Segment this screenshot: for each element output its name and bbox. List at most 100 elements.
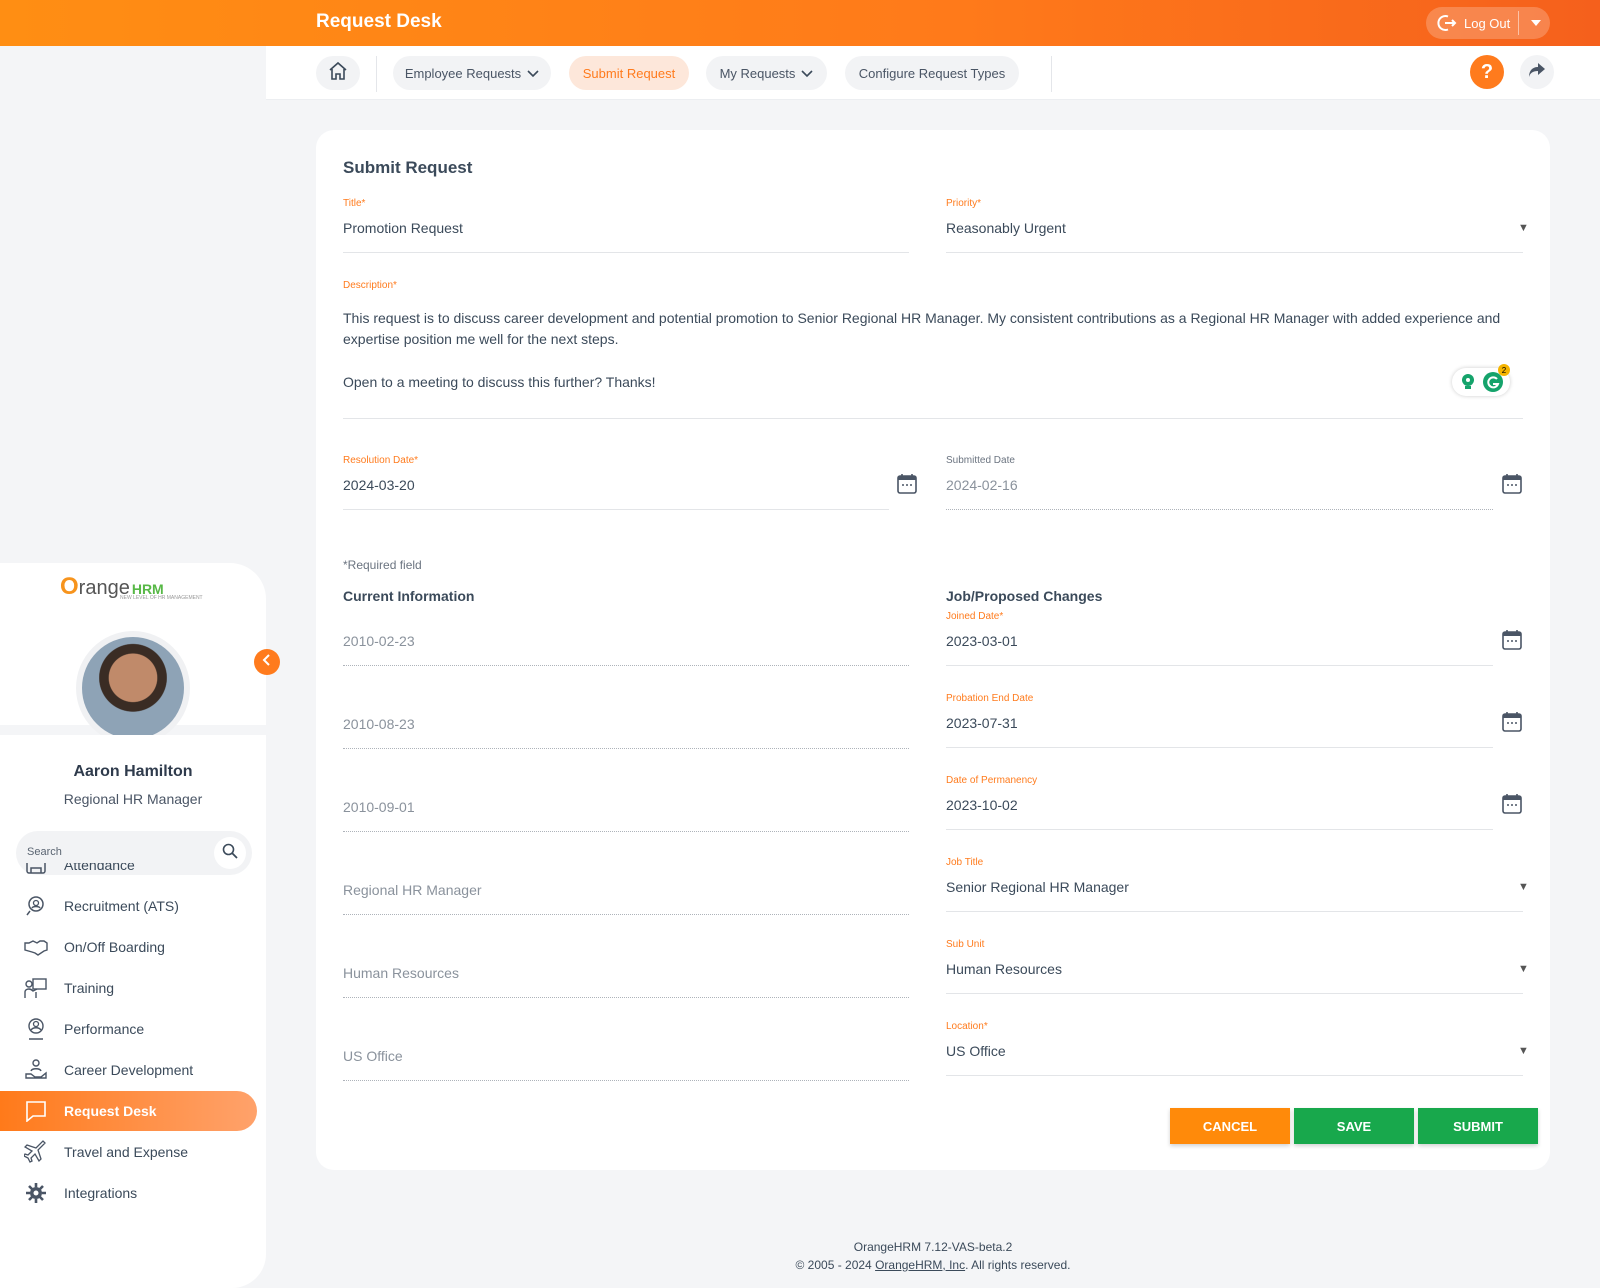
tab-label: Submit Request (582, 65, 676, 81)
tab-label: Configure Request Types (858, 65, 1006, 81)
sidebar-item-career-development[interactable]: Career Development (0, 1050, 257, 1090)
field-underline (343, 418, 1523, 419)
divider (376, 56, 377, 92)
logout-button[interactable]: Log Out (1426, 7, 1550, 39)
tab-my-requests[interactable]: My Requests (706, 56, 827, 90)
recruitment-icon (22, 894, 50, 918)
sidebar-item-attendance[interactable]: Attendance (0, 863, 257, 885)
location-select[interactable]: US Office (946, 1043, 1006, 1059)
secondary-nav: Employee Requests Submit Request My Requ… (266, 46, 1600, 100)
dropdown-arrow-icon[interactable]: ▼ (1518, 222, 1529, 234)
collapse-sidebar-button[interactable] (254, 649, 280, 675)
title-input[interactable]: Promotion Request (343, 220, 463, 236)
job-title-label: Job Title (946, 857, 984, 868)
field-underline (343, 509, 889, 510)
priority-select[interactable]: Reasonably Urgent (946, 220, 1066, 236)
joined-date-label: Joined Date* (946, 611, 1004, 622)
calendar-icon[interactable] (1501, 711, 1523, 733)
user-photo (82, 637, 184, 739)
sidebar: O range HRM NEW LEVEL OF HR MANAGEMENT A… (0, 563, 280, 1288)
submit-request-card: Submit Request Title* Promotion Request … (316, 130, 1550, 1170)
title-label: Title* (343, 198, 366, 209)
priority-label: Priority* (946, 198, 982, 209)
submit-button[interactable]: SUBMIT (1418, 1108, 1538, 1144)
logout-icon (1436, 13, 1458, 33)
tab-label: My Requests (719, 65, 796, 81)
top-bar: Request Desk Log Out (0, 0, 1600, 46)
user-name: Aaron Hamilton (73, 763, 193, 780)
plane-icon (22, 1140, 50, 1164)
required-note: *Required field (343, 558, 422, 572)
dropdown-arrow-icon[interactable]: ▼ (1518, 881, 1529, 893)
chevron-down-icon[interactable] (1526, 13, 1546, 33)
divider (1051, 56, 1052, 92)
sub-unit-select[interactable]: Human Resources (946, 961, 1062, 977)
description-text-2[interactable]: Open to a meeting to discuss this furthe… (343, 372, 656, 393)
share-button[interactable] (1520, 55, 1554, 89)
tab-employee-requests[interactable]: Employee Requests (393, 56, 551, 90)
search-input[interactable]: Search (27, 846, 62, 858)
description-label: Description* (343, 280, 397, 291)
logout-label: Log Out (1464, 15, 1511, 31)
sidebar-item-recruitment[interactable]: Recruitment (ATS) (0, 886, 257, 926)
home-icon (328, 61, 348, 86)
request-desk-icon (22, 1099, 50, 1123)
save-button[interactable]: SAVE (1294, 1108, 1414, 1144)
version-text: OrangeHRM 7.12-VAS-beta.2 (853, 1240, 1013, 1254)
job-title-select[interactable]: Senior Regional HR Manager (946, 879, 1129, 895)
calendar-icon (1502, 474, 1522, 494)
logo-orange-icon: O (60, 573, 79, 600)
joined-date-input[interactable]: 2023-03-01 (946, 633, 1018, 649)
field-underline (946, 509, 1493, 510)
date-of-permanency-label: Date of Permanency (946, 775, 1038, 786)
search-icon (222, 843, 238, 864)
career-icon (22, 1058, 50, 1082)
user-role: Regional HR Manager (63, 791, 203, 807)
handshake-icon (22, 935, 50, 959)
dropdown-arrow-icon[interactable]: ▼ (1518, 1045, 1529, 1057)
sidebar-menu: Attendance Recruitment (ATS) On/Off Boar… (0, 863, 266, 1288)
home-button[interactable] (316, 56, 360, 90)
description-field: Description* This request is to discuss … (343, 280, 1523, 419)
date-of-permanency-input[interactable]: 2023-10-02 (946, 797, 1018, 813)
chevron-down-icon (527, 66, 539, 81)
calendar-icon[interactable] (1501, 793, 1523, 815)
avatar[interactable] (76, 631, 190, 745)
sidebar-profile-card: O range HRM NEW LEVEL OF HR MANAGEMENT (0, 563, 280, 745)
sidebar-item-onboarding[interactable]: On/Off Boarding (0, 927, 257, 967)
field-underline (946, 252, 1523, 253)
copyright-text: © 2005 - 2024 OrangeHRM, Inc. All rights… (795, 1258, 1071, 1272)
sidebar-item-travel-expense[interactable]: Travel and Expense (0, 1132, 257, 1172)
form-heading: Submit Request (343, 158, 473, 177)
proposed-changes-heading: Job/Proposed Changes (946, 588, 1103, 604)
footer: OrangeHRM 7.12-VAS-beta.2 © 2005 - 2024 … (316, 1238, 1550, 1274)
calendar-icon[interactable] (1501, 629, 1523, 651)
description-text[interactable]: This request is to discuss career develo… (343, 308, 1523, 350)
cancel-button[interactable]: CANCEL (1170, 1108, 1290, 1144)
submitted-date-input: 2024-02-16 (946, 477, 1018, 493)
calendar-icon[interactable] (896, 473, 918, 495)
help-button[interactable]: ? (1470, 55, 1504, 89)
field-underline (343, 252, 909, 253)
sidebar-item-performance[interactable]: Performance (0, 1009, 257, 1049)
company-link[interactable]: OrangeHRM, Inc (875, 1258, 965, 1272)
dropdown-arrow-icon[interactable]: ▼ (1518, 963, 1529, 975)
performance-icon (22, 1017, 50, 1041)
grammarly-badge: 2 (1498, 364, 1510, 376)
grammarly-widget[interactable]: 2 (1452, 364, 1510, 396)
resolution-date-input[interactable]: 2024-03-20 (343, 477, 415, 493)
lightbulb-icon (1460, 373, 1476, 396)
integrations-icon (22, 1181, 50, 1205)
sidebar-item-integrations[interactable]: Integrations (0, 1173, 257, 1213)
share-icon (1528, 62, 1546, 83)
page-title: Request Desk (316, 11, 442, 32)
sidebar-item-training[interactable]: Training (0, 968, 257, 1008)
training-icon (22, 976, 50, 1000)
tab-configure-request-types[interactable]: Configure Request Types (845, 56, 1019, 90)
tab-submit-request[interactable]: Submit Request (569, 56, 689, 90)
divider (1518, 11, 1519, 35)
current-information-heading: Current Information (343, 588, 475, 604)
probation-end-date-input[interactable]: 2023-07-31 (946, 715, 1018, 731)
help-icon: ? (1480, 60, 1494, 83)
sidebar-item-request-desk[interactable]: Request Desk (0, 1091, 257, 1131)
